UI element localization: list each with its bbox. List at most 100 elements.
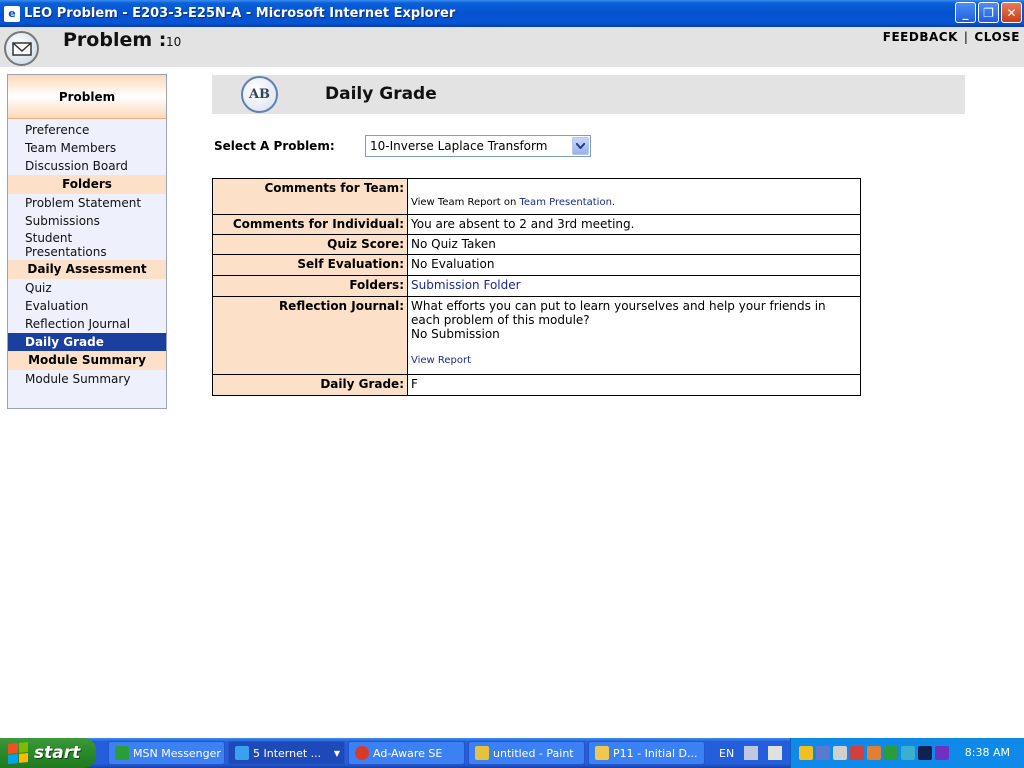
problem-select-value: 10-Inverse Laplace Transform (370, 139, 548, 153)
task-label: 5 Internet ... (253, 746, 322, 760)
lang-label[interactable]: EN (719, 747, 734, 760)
problem-select-row: Select A Problem: 10-Inverse Laplace Tra… (214, 135, 591, 157)
table-row: Comments for Team: View Team Report on T… (212, 178, 861, 215)
task-folder[interactable]: P11 - Initial D... (588, 741, 705, 765)
paint-icon (475, 746, 489, 760)
alert-icon[interactable] (884, 746, 898, 760)
chevron-down-icon[interactable] (572, 137, 589, 155)
restore-button[interactable]: ❐ (978, 2, 999, 23)
system-tray: EN 8:38 AM (719, 738, 1024, 768)
update-icon[interactable] (901, 746, 915, 760)
sidebar-item-team-members[interactable]: Team Members (8, 139, 166, 157)
start-label: start (34, 743, 81, 763)
table-row: Reflection Journal: What efforts you can… (212, 296, 861, 375)
minimize-button[interactable]: _ (955, 2, 976, 23)
pen-icon[interactable] (744, 746, 759, 760)
hand-icon[interactable] (867, 746, 881, 760)
close-link[interactable]: CLOSE (974, 30, 1020, 44)
task-ad-aware[interactable]: Ad-Aware SE (348, 741, 465, 765)
submission-folder-link[interactable]: Submission Folder (411, 278, 521, 292)
page-title: Problem : (63, 29, 167, 51)
table-row: Comments for Individual: You are absent … (212, 214, 861, 235)
table-row: Folders: Submission Folder (212, 275, 861, 297)
comments-team-prefix: View Team Report on (411, 197, 517, 208)
sidebar-section-module-summary: Module Summary (8, 351, 166, 370)
sidebar-item-module-summary[interactable]: Module Summary (8, 370, 166, 388)
header-links: FEEDBACK | CLOSE (883, 30, 1020, 44)
task-list: MSN Messenger 5 Internet ... ▼ Ad-Aware S… (108, 741, 705, 765)
table-row: Quiz Score: No Quiz Taken (212, 234, 861, 255)
clock: 8:38 AM (964, 746, 1010, 759)
task-label: untitled - Paint (493, 746, 574, 760)
ad-aware-icon (355, 746, 369, 760)
language-indicator: EN (709, 738, 789, 768)
self-evaluation-value: No Evaluation (407, 254, 861, 276)
network-error-icon[interactable] (850, 746, 864, 760)
main-title: Daily Grade (325, 84, 437, 104)
sidebar-item-daily-grade[interactable]: Daily Grade (8, 333, 166, 351)
sidebar-item-discussion-board[interactable]: Discussion Board (8, 157, 166, 175)
sidebar-item-problem-statement[interactable]: Problem Statement (8, 194, 166, 212)
task-paint[interactable]: untitled - Paint (468, 741, 585, 765)
daily-grade-label: Daily Grade: (212, 374, 408, 396)
window-controls: _ ❐ ✕ (955, 2, 1022, 23)
task-label: MSN Messenger (133, 746, 221, 760)
window-title: LEO Problem - E203-3-E25N-A - Microsoft … (24, 6, 456, 21)
info-icon[interactable] (918, 746, 932, 760)
chevron-down-icon: ▼ (333, 748, 340, 758)
table-row: Self Evaluation: No Evaluation (212, 254, 861, 276)
tray-icons (799, 746, 949, 760)
page-header: Problem : 10 FEEDBACK | CLOSE (0, 27, 1024, 67)
ie-icon: e (4, 5, 20, 22)
sidebar-item-student-presentations[interactable]: Student Presentations (8, 230, 118, 260)
feedback-link[interactable]: FEEDBACK (883, 30, 958, 44)
comments-team-suffix: . (611, 197, 616, 208)
sidebar-item-quiz[interactable]: Quiz (8, 279, 166, 297)
view-report-link[interactable]: View Report (411, 355, 471, 366)
taskbar: start MSN Messenger 5 Internet ... ▼ Ad-A… (0, 738, 1024, 768)
sidebar-item-reflection-journal[interactable]: Reflection Journal (8, 315, 166, 333)
ie-task-icon (235, 746, 249, 760)
start-button[interactable]: start (0, 738, 96, 768)
table-row: Daily Grade: F (212, 374, 861, 396)
windows-flag-icon (8, 741, 28, 765)
network-icon[interactable] (816, 746, 830, 760)
quiz-score-value: No Quiz Taken (407, 234, 861, 255)
speaker-icon[interactable] (833, 746, 847, 760)
comments-individual-value: You are absent to 2 and 3rd meeting. (407, 214, 861, 235)
quiz-score-label: Quiz Score: (212, 234, 408, 255)
folders-label: Folders: (212, 275, 408, 297)
app-icon[interactable] (935, 746, 949, 760)
sidebar-item-preference[interactable]: Preference (8, 121, 166, 139)
problem-select[interactable]: 10-Inverse Laplace Transform (365, 135, 591, 157)
comments-team-cell: View Team Report on Team Presentation. (407, 178, 861, 215)
reflection-journal-label: Reflection Journal: (212, 296, 408, 375)
daily-grade-table: Comments for Team: View Team Report on T… (212, 178, 861, 396)
team-presentation-link[interactable]: Team Presentation (520, 197, 612, 208)
sidebar-section-folders: Folders (8, 175, 166, 194)
grade-ab-icon: AB (241, 76, 278, 113)
daily-grade-value: F (407, 374, 861, 396)
sidebar-header-problem: Problem (8, 75, 166, 119)
folders-cell: Submission Folder (407, 275, 861, 297)
task-label: P11 - Initial D... (613, 746, 698, 760)
main-heading-bar: AB Daily Grade (212, 75, 965, 114)
problem-number: 10 (166, 35, 182, 49)
select-problem-label: Select A Problem: (214, 139, 335, 153)
comments-individual-label: Comments for Individual: (212, 214, 408, 235)
window-titlebar: e LEO Problem - E203-3-E25N-A - Microsof… (0, 0, 1024, 27)
task-msn-messenger[interactable]: MSN Messenger (108, 741, 225, 765)
close-window-button[interactable]: ✕ (1001, 2, 1022, 23)
comments-team-label: Comments for Team: (212, 178, 408, 215)
help-icon[interactable] (768, 746, 783, 760)
sidebar-item-evaluation[interactable]: Evaluation (8, 297, 166, 315)
task-internet-explorer[interactable]: 5 Internet ... ▼ (228, 741, 345, 765)
envelope-logo-icon (4, 31, 39, 66)
sidebar-item-submissions[interactable]: Submissions (8, 212, 166, 230)
reflection-question: What efforts you can put to learn yourse… (411, 299, 826, 327)
self-evaluation-label: Self Evaluation: (212, 254, 408, 276)
shield-icon[interactable] (799, 746, 813, 760)
sidebar-section-daily-assessment: Daily Assessment (8, 260, 166, 279)
msn-icon (115, 746, 129, 760)
sidebar: Problem Preference Team Members Discussi… (7, 74, 167, 409)
